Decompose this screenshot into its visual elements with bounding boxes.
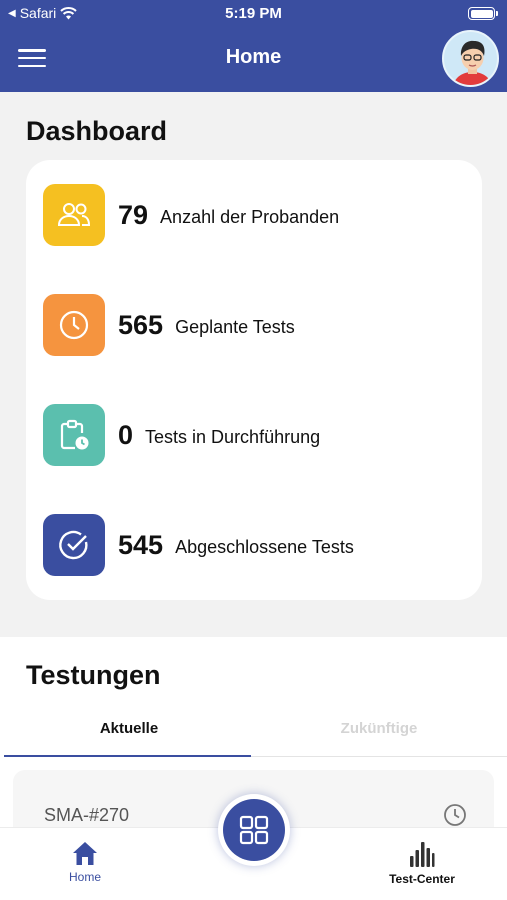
nav-test-center-label: Test-Center — [389, 872, 455, 886]
clipboard-clock-icon — [43, 404, 105, 466]
stat-label: Tests in Durchführung — [145, 426, 321, 447]
testungen-title: Testungen — [26, 660, 161, 690]
users-icon — [43, 184, 105, 246]
stat-value: 0 — [118, 419, 134, 450]
stat-tests-in-durchfuehrung[interactable]: 0 Tests in Durchführung — [43, 404, 320, 466]
stat-abgeschlossene-tests[interactable]: 545 Abgeschlossene Tests — [43, 514, 354, 576]
stat-value: 79 — [118, 199, 149, 230]
stat-geplante-tests[interactable]: 565 Geplante Tests — [43, 294, 295, 356]
status-bar: ◀ Safari 5:19 PM — [0, 0, 507, 28]
home-icon — [73, 842, 97, 865]
clock-icon — [43, 294, 105, 356]
avatar[interactable] — [442, 30, 499, 87]
stat-value: 545 — [118, 529, 164, 560]
page-title: Home — [225, 46, 282, 68]
dashboard-card: 79 Anzahl der Probanden 565 Geplante Tes… — [26, 160, 482, 600]
test-id: SMA-#270 — [44, 805, 130, 825]
stat-value: 565 — [118, 309, 164, 340]
stat-probanden[interactable]: 79 Anzahl der Probanden — [43, 184, 339, 246]
grid-icon — [239, 815, 269, 845]
tab-aktuelle[interactable]: Aktuelle — [4, 720, 254, 737]
clock-icon — [444, 804, 466, 826]
dashboard-title: Dashboard — [26, 116, 168, 146]
status-time: 5:19 PM — [225, 5, 282, 22]
battery-icon — [468, 7, 498, 20]
bar-chart-icon — [410, 842, 435, 867]
stat-label: Abgeschlossene Tests — [175, 536, 354, 557]
active-tab-indicator — [4, 755, 251, 757]
check-circle-icon — [43, 514, 105, 576]
nav-test-center[interactable]: Test-Center — [372, 840, 472, 886]
tab-divider — [251, 756, 507, 757]
stat-label: Anzahl der Probanden — [160, 206, 340, 227]
nav-home[interactable]: Home — [55, 840, 115, 884]
grid-menu-button[interactable] — [218, 794, 290, 866]
tab-zukuenftige[interactable]: Zukünftige — [254, 720, 504, 737]
stat-label: Geplante Tests — [175, 316, 295, 337]
nav-home-label: Home — [68, 870, 101, 884]
